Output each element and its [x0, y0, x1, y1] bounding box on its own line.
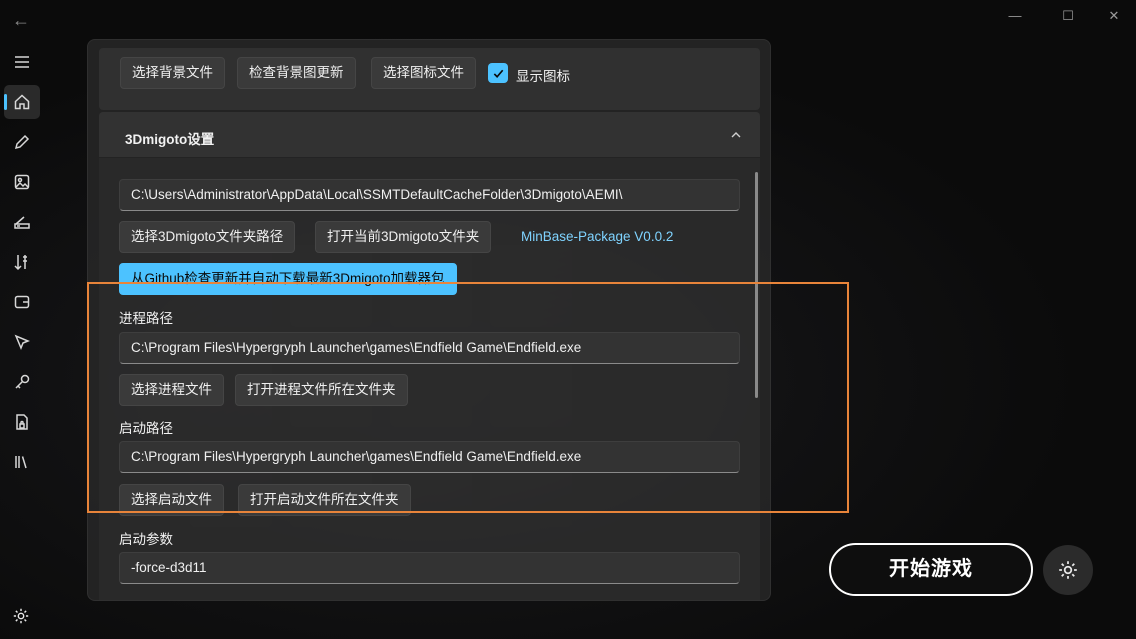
open-migoto-folder-button[interactable]: 打开当前3Dmigoto文件夹: [315, 221, 492, 253]
sidebar-item-lock-file[interactable]: [4, 405, 40, 439]
sidebar: [0, 40, 44, 639]
select-icon-button[interactable]: 选择图标文件: [371, 57, 476, 89]
game-settings-button[interactable]: [1043, 545, 1093, 595]
sidebar-item-key[interactable]: [4, 365, 40, 399]
panel-scrollbar[interactable]: [755, 172, 758, 398]
menu-icon: [15, 56, 29, 68]
gear-icon: [13, 608, 29, 624]
touch-icon: [14, 334, 30, 350]
maximize-button[interactable]: ☐: [1058, 6, 1078, 26]
select-launch-button[interactable]: 选择启动文件: [119, 484, 224, 516]
settings-panel: 选择背景文件 检查背景图更新 选择图标文件 显示图标 3Dmigoto设置 C:…: [87, 39, 771, 601]
launch-path-label: 启动路径: [119, 421, 173, 436]
check-background-update-button[interactable]: 检查背景图更新: [237, 57, 356, 89]
sidebar-item-wallet[interactable]: [4, 285, 40, 319]
scanner-icon: [14, 216, 30, 229]
select-migoto-folder-button[interactable]: 选择3Dmigoto文件夹路径: [119, 221, 296, 253]
show-icon-checkbox[interactable]: [488, 63, 508, 83]
process-path-label: 进程路径: [119, 311, 173, 326]
show-icon-label: 显示图标: [516, 69, 570, 84]
sidebar-item-home[interactable]: [4, 85, 40, 119]
migoto-section-title: 3Dmigoto设置: [125, 132, 215, 147]
launch-path-field[interactable]: C:\Program Files\Hypergryph Launcher\gam…: [119, 441, 740, 473]
close-button[interactable]: ✕: [1104, 6, 1124, 26]
chevron-up-icon: [731, 132, 741, 138]
background-settings-card: 选择背景文件 检查背景图更新 选择图标文件 显示图标: [99, 48, 760, 110]
wallet-icon: [14, 295, 30, 309]
sidebar-item-edit[interactable]: [4, 125, 40, 159]
minimize-button[interactable]: —: [1005, 6, 1025, 26]
sort-icon: [14, 255, 27, 271]
sidebar-item-library[interactable]: [4, 445, 40, 479]
home-icon: [14, 94, 30, 110]
select-process-button[interactable]: 选择进程文件: [119, 374, 224, 406]
sidebar-settings-button[interactable]: [12, 607, 32, 627]
select-background-button[interactable]: 选择背景文件: [120, 57, 225, 89]
sidebar-item-scanner[interactable]: [4, 205, 40, 239]
launch-args-label: 启动参数: [119, 532, 173, 547]
start-game-button[interactable]: 开始游戏: [829, 543, 1033, 596]
lock-file-icon: [16, 414, 28, 430]
sidebar-item-touch[interactable]: [4, 325, 40, 359]
gear-icon: [1059, 561, 1077, 579]
sidebar-item-image[interactable]: [4, 165, 40, 199]
sidebar-item-sort[interactable]: [4, 245, 40, 279]
menu-button[interactable]: [4, 45, 40, 79]
migoto-folder-path-field[interactable]: C:\Users\Administrator\AppData\Local\SSM…: [119, 179, 740, 211]
check-icon: [493, 69, 503, 78]
pencil-icon: [14, 134, 30, 150]
image-icon: [14, 174, 30, 190]
library-icon: [15, 456, 27, 469]
back-button[interactable]: ←: [12, 10, 32, 30]
key-icon: [15, 374, 30, 389]
migoto-expander-header[interactable]: 3Dmigoto设置: [99, 112, 760, 157]
open-process-folder-button[interactable]: 打开进程文件所在文件夹: [235, 374, 408, 406]
open-launch-folder-button[interactable]: 打开启动文件所在文件夹: [238, 484, 411, 516]
process-path-field[interactable]: C:\Program Files\Hypergryph Launcher\gam…: [119, 332, 740, 364]
launch-args-field[interactable]: -force-d3d11: [119, 552, 740, 584]
github-update-button[interactable]: 从Github检查更新并自动下载最新3Dmigoto加载器包: [119, 263, 457, 295]
package-version-link[interactable]: MinBase-Package V0.0.2: [521, 229, 673, 244]
